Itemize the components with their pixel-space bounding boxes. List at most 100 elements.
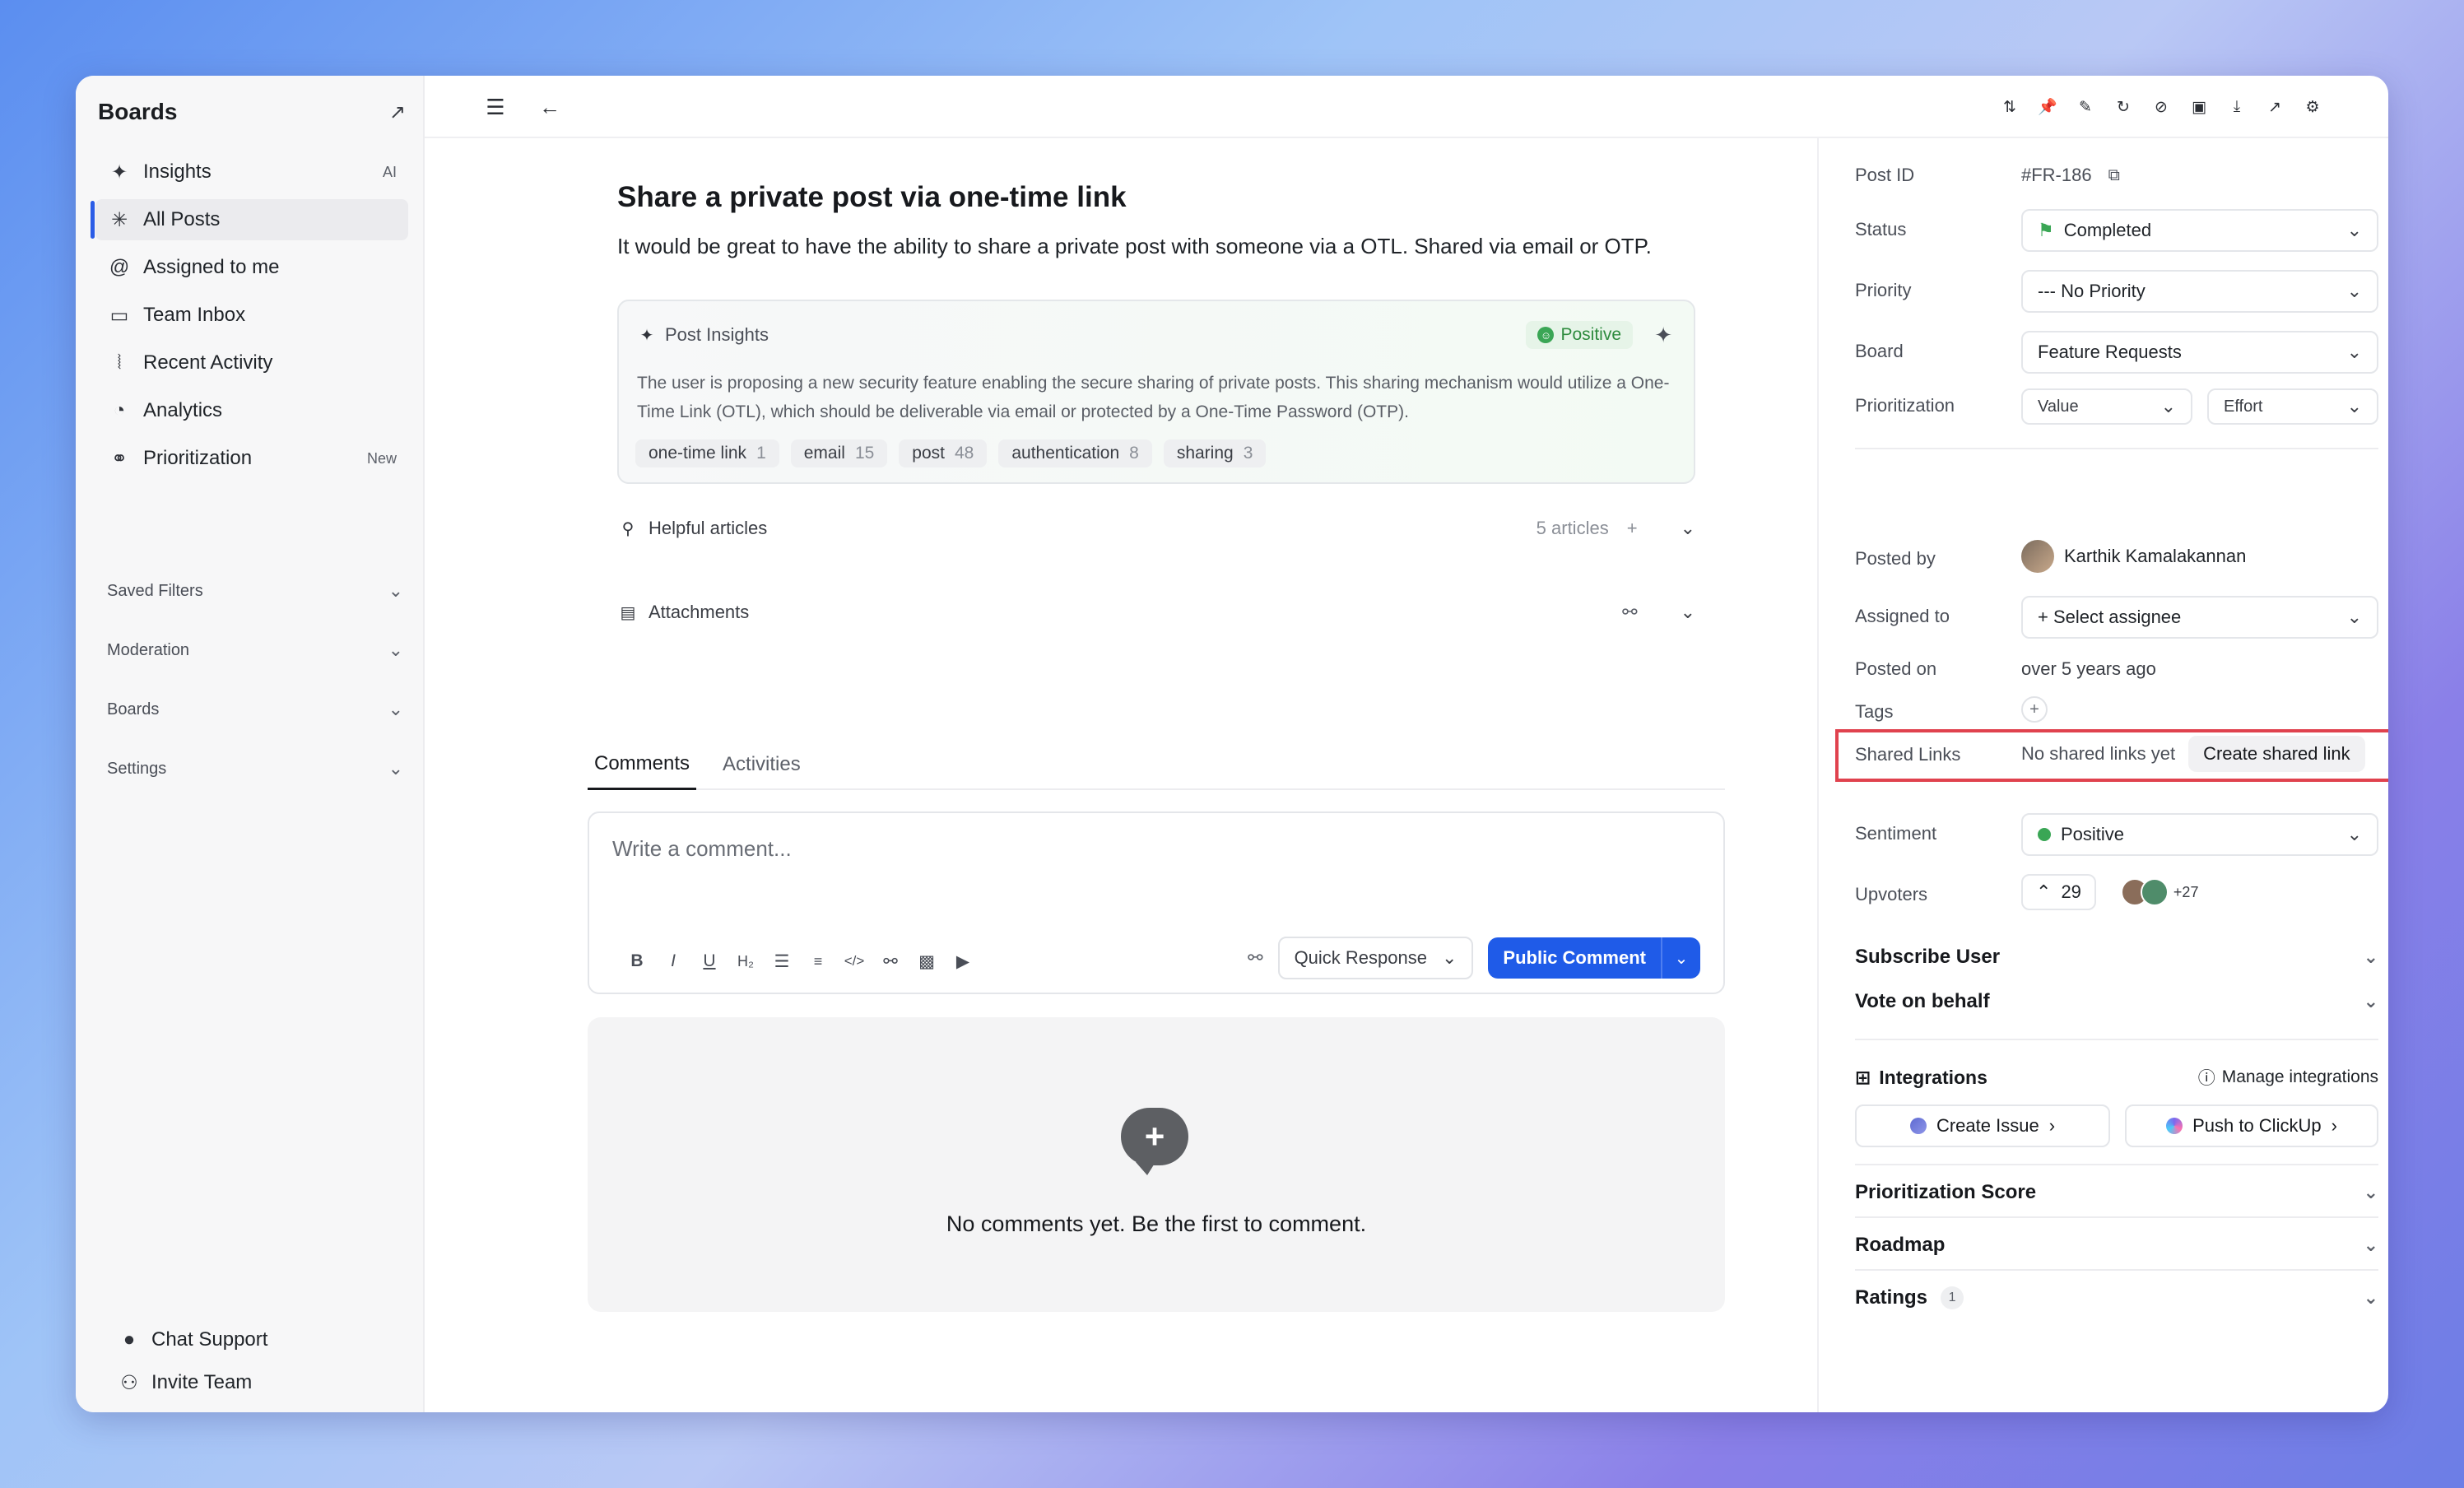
comment-input[interactable] (612, 828, 1699, 869)
integrations-header: ⊞ Integrations ⓘ Manage integrations (1855, 1057, 2378, 1098)
helpful-articles-label: Helpful articles (649, 518, 768, 538)
comment-composer: B I U H₂ ☰ ≡ </> ⚯ ▩ ▶ ⚯ Quick Response … (588, 811, 1725, 994)
download-icon[interactable]: ⤓ (2220, 91, 2253, 123)
add-tag-icon[interactable]: + (2021, 696, 2048, 723)
vote-on-behalf-row[interactable]: Vote on behalf ⌄ (1855, 981, 2378, 1022)
subscribe-user-row[interactable]: Subscribe User ⌄ (1855, 937, 2378, 978)
chevron-down-icon: ⌄ (388, 758, 403, 779)
link-icon[interactable]: ⚯ (877, 948, 904, 974)
add-article-icon[interactable]: + (1627, 518, 1638, 539)
post-main: Share a private post via one-time link I… (425, 138, 1817, 1412)
bullet-list-icon[interactable]: ☰ (769, 948, 795, 974)
sidebar-item-prioritization[interactable]: ⚭ Prioritization New (95, 438, 408, 479)
chat-support-link[interactable]: ● Chat Support (117, 1318, 388, 1361)
create-shared-link-button[interactable]: Create shared link (2188, 736, 2365, 772)
sidebar-item-team-inbox[interactable]: ▭ Team Inbox (95, 295, 408, 336)
sidebar-bottom: ● Chat Support ⚇ Invite Team (117, 1318, 388, 1404)
history-icon[interactable]: ↻ (2107, 91, 2140, 123)
keyword-chip[interactable]: one-time link 1 (635, 439, 779, 467)
video-icon[interactable]: ▶ (950, 948, 976, 974)
sentiment-value: Positive (2061, 824, 2125, 844)
sidebar-item-analytics[interactable]: ◔ Analytics (95, 390, 408, 431)
bold-icon[interactable]: B (624, 948, 650, 974)
archive-icon[interactable]: ▣ (2183, 91, 2215, 123)
sentiment-select[interactable]: Positive ⌄ (2021, 813, 2378, 856)
ratings-row[interactable]: Ratings 1 ⌄ (1855, 1277, 2378, 1318)
sidebar: Boards ↗ ✦ Insights AI ✳ All Posts @ Ass… (76, 76, 425, 1412)
chevron-down-icon: ⌄ (2363, 1235, 2378, 1255)
sidebar-sections: Saved Filters ⌄ Moderation ⌄ Boards ⌄ Se… (107, 561, 403, 798)
numbered-list-icon[interactable]: ≡ (805, 948, 831, 974)
ratings-count-badge: 1 (1941, 1286, 1964, 1309)
user-plus-icon: ⚇ (120, 1371, 138, 1394)
value-select[interactable]: Value ⌄ (2021, 388, 2192, 425)
manage-integrations-link[interactable]: ⓘ Manage integrations (2198, 1065, 2378, 1090)
sidebar-item-assigned[interactable]: @ Assigned to me (95, 247, 408, 288)
copy-icon[interactable]: ⧉ (2108, 166, 2120, 185)
create-issue-button[interactable]: Create Issue › (1855, 1104, 2110, 1147)
share-icon[interactable]: ↗ (2258, 91, 2291, 123)
chip-label: post (912, 444, 945, 463)
public-comment-button[interactable]: Public Comment ⌄ (1488, 937, 1700, 979)
external-link-icon[interactable]: ↗ (389, 100, 406, 124)
attachments-row[interactable]: ▤ Attachments ⚯ ⌄ (617, 588, 1695, 637)
back-arrow-icon[interactable]: ← (533, 91, 566, 123)
code-icon[interactable]: </> (841, 948, 867, 974)
helpful-articles-row[interactable]: ⚲ Helpful articles 5 articles + ⌄ (617, 504, 1695, 553)
merge-icon[interactable]: ⇅ (1993, 91, 2026, 123)
heading-icon[interactable]: H₂ (732, 948, 759, 974)
gear-icon[interactable]: ⚙ (2296, 91, 2329, 123)
menu-icon[interactable]: ☰ (479, 91, 512, 123)
keyword-chip[interactable]: authentication 8 (998, 439, 1152, 467)
underline-icon[interactable]: U (696, 948, 723, 974)
italic-icon[interactable]: I (660, 948, 686, 974)
section-label: Settings (107, 759, 167, 778)
attach-icon[interactable]: ⚯ (1248, 947, 1262, 969)
upvoter-avatars[interactable]: +27 (2120, 878, 2198, 906)
tab-activities[interactable]: Activities (716, 739, 807, 790)
quick-response-button[interactable]: Quick Response ⌄ (1277, 937, 1474, 979)
chevron-down-icon[interactable]: ⌄ (1681, 518, 1695, 539)
keyword-chip[interactable]: sharing 3 (1163, 439, 1267, 467)
chip-count: 8 (1129, 444, 1139, 463)
sidebar-item-insights[interactable]: ✦ Insights AI (95, 151, 408, 193)
section-boards[interactable]: Boards ⌄ (107, 680, 403, 739)
section-moderation[interactable]: Moderation ⌄ (107, 621, 403, 680)
sidebar-item-recent-activity[interactable]: ⦚ Recent Activity (95, 342, 408, 384)
eye-off-icon[interactable]: ⊘ (2145, 91, 2178, 123)
push-to-clickup-button[interactable]: Push to ClickUp › (2125, 1104, 2378, 1147)
prioritization-score-row[interactable]: Prioritization Score ⌄ (1855, 1172, 2378, 1213)
empty-comments: + No comments yet. Be the first to comme… (588, 1017, 1725, 1312)
keyword-chip[interactable]: post 48 (899, 439, 988, 467)
upvote-button[interactable]: ⌃ 29 (2021, 874, 2096, 910)
tab-comments[interactable]: Comments (588, 739, 697, 790)
chevron-down-icon[interactable]: ⌄ (1661, 937, 1700, 979)
section-settings[interactable]: Settings ⌄ (107, 739, 403, 798)
chevron-down-icon[interactable]: ⌄ (1681, 602, 1695, 623)
keyword-chip[interactable]: email 15 (790, 439, 888, 467)
pin-icon[interactable]: 📌 (2031, 91, 2064, 123)
priority-select[interactable]: --- No Priority ⌄ (2021, 270, 2378, 313)
empty-comments-text: No comments yet. Be the first to comment… (946, 1211, 1367, 1236)
upvoters-value: ⌃ 29 +27 (2021, 874, 2198, 910)
invite-team-link[interactable]: ⚇ Invite Team (117, 1361, 388, 1404)
paperclip-icon[interactable]: ⚯ (1622, 602, 1637, 623)
roadmap-row[interactable]: Roadmap ⌄ (1855, 1225, 2378, 1266)
section-saved-filters[interactable]: Saved Filters ⌄ (107, 561, 403, 621)
shared-links-label: Shared Links (1855, 744, 1961, 765)
posted-by-value[interactable]: Karthik Kamalakannan (2021, 540, 2246, 573)
upvoters-label: Upvoters (1855, 884, 1928, 904)
image-icon[interactable]: ▩ (914, 948, 940, 974)
assignee-select[interactable]: + Select assignee ⌄ (2021, 596, 2378, 639)
post-title: Share a private post via one-time link (617, 181, 1127, 213)
chevron-down-icon: ⌄ (1441, 947, 1457, 968)
inbox-icon: ▭ (109, 304, 129, 327)
sidebar-item-all-posts[interactable]: ✳ All Posts (91, 199, 408, 240)
board-select[interactable]: Feature Requests ⌄ (2021, 331, 2378, 374)
effort-select[interactable]: Effort ⌄ (2207, 388, 2378, 425)
chevron-down-icon: ⌄ (2160, 396, 2176, 416)
regenerate-sparkle-icon[interactable]: ✦ (1654, 323, 1672, 348)
status-select[interactable]: ⚑ Completed ⌄ (2021, 209, 2378, 252)
post-description: It would be great to have the ability to… (617, 234, 1652, 258)
edit-icon[interactable]: ✎ (2069, 91, 2102, 123)
